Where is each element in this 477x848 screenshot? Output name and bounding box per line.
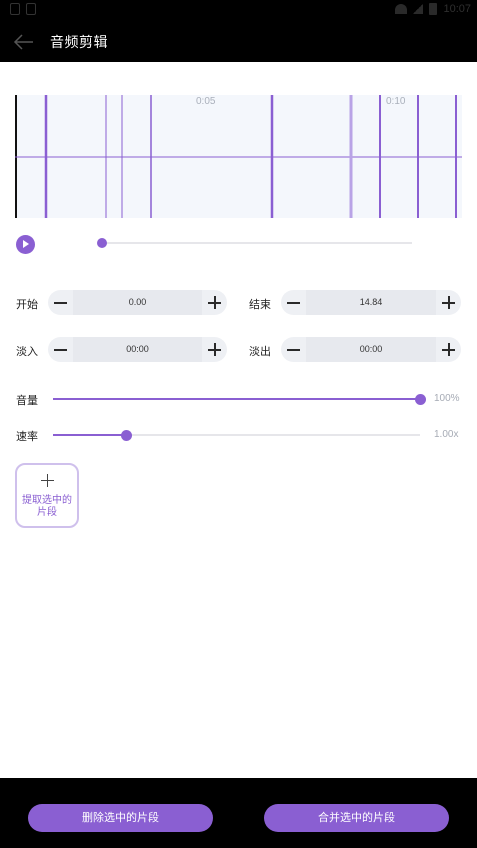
fade-in-plus-button[interactable]	[202, 337, 227, 362]
bottom-bar: 删除选中的片段 合并选中的片段	[0, 778, 477, 848]
volume-slider-fill	[53, 398, 420, 400]
battery-icon	[429, 3, 438, 15]
fade-out-minus-button[interactable]	[281, 337, 306, 362]
speed-value: 1.00x	[434, 429, 459, 440]
waveform[interactable]	[15, 95, 462, 218]
volume-slider[interactable]	[53, 393, 426, 405]
wifi-icon	[395, 4, 408, 14]
notification-icon	[10, 3, 20, 15]
status-time: 10:07	[443, 3, 471, 15]
merge-selected-button[interactable]: 合并选中的片段	[264, 804, 449, 832]
arrow-left-icon[interactable]	[12, 31, 36, 53]
fade-out-stepper: 00:00	[281, 337, 461, 362]
end-plus-button[interactable]	[436, 290, 461, 315]
playback-progress-thumb[interactable]	[97, 238, 107, 248]
start-label: 开始	[16, 298, 38, 311]
start-plus-button[interactable]	[202, 290, 227, 315]
end-stepper: 14.84	[281, 290, 461, 315]
fade-out-plus-button[interactable]	[436, 337, 461, 362]
volume-slider-thumb[interactable]	[414, 393, 426, 405]
notification-icon	[26, 3, 36, 15]
speed-label: 速率	[16, 430, 38, 443]
signal-icon	[413, 4, 424, 14]
time-label: 0:10	[386, 96, 406, 107]
end-value-field[interactable]: 14.84	[306, 290, 436, 315]
fade-in-value-field[interactable]: 00:00	[73, 337, 202, 362]
play-button[interactable]	[16, 235, 35, 254]
notification-icons	[10, 3, 36, 15]
start-stepper: 0.00	[48, 290, 227, 315]
fade-out-value-field[interactable]: 00:00	[306, 337, 436, 362]
speed-slider-thumb[interactable]	[120, 429, 132, 441]
speed-slider[interactable]	[53, 429, 420, 441]
status-icons: 10:07	[395, 3, 471, 15]
fade-out-label: 淡出	[249, 345, 271, 358]
status-bar: 10:07	[0, 0, 477, 22]
start-minus-button[interactable]	[48, 290, 73, 315]
extract-segment-button[interactable]: 提取选中的片段	[15, 463, 79, 528]
page-title: 音频剪辑	[50, 35, 108, 51]
time-label: 0:05	[196, 96, 216, 107]
delete-selected-button[interactable]: 删除选中的片段	[28, 804, 213, 832]
fade-in-stepper: 00:00	[48, 337, 227, 362]
extract-segment-label: 提取选中的片段	[22, 495, 72, 518]
plus-icon	[41, 474, 54, 487]
fade-in-minus-button[interactable]	[48, 337, 73, 362]
end-label: 结束	[249, 298, 271, 311]
fade-in-label: 淡入	[16, 345, 38, 358]
toolbar: 音频剪辑	[0, 22, 477, 62]
end-minus-button[interactable]	[281, 290, 306, 315]
volume-label: 音量	[16, 394, 38, 407]
playback-progress-track[interactable]	[101, 242, 412, 244]
speed-slider-fill	[53, 434, 127, 436]
volume-value: 100%	[434, 393, 460, 404]
start-value-field[interactable]: 0.00	[73, 290, 202, 315]
